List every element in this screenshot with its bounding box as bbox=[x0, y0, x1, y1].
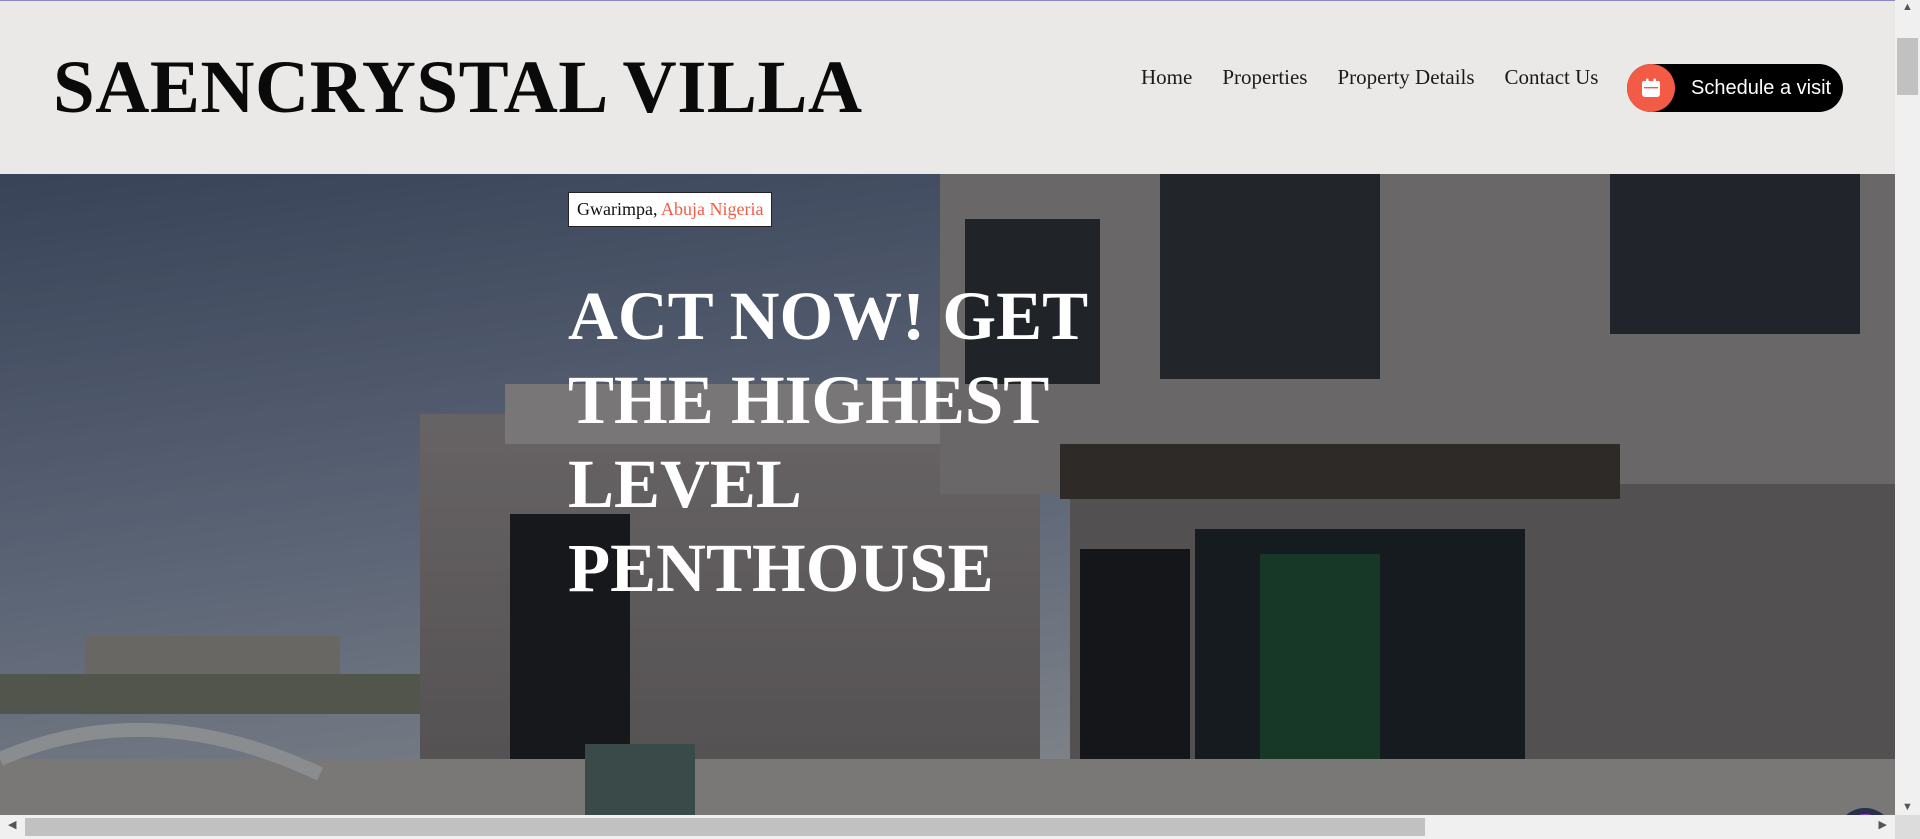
scroll-up-arrow-icon[interactable]: ▲ bbox=[1902, 1, 1913, 13]
site-header: SAENCRYSTAL VILLA Home Properties Proper… bbox=[0, 1, 1895, 174]
horizontal-scrollbar[interactable]: ◀ ▶ bbox=[0, 815, 1895, 839]
scroll-down-arrow-icon[interactable]: ▼ bbox=[1902, 801, 1913, 813]
schedule-visit-label: Schedule a visit bbox=[1691, 76, 1832, 99]
scroll-left-arrow-icon[interactable]: ◀ bbox=[8, 818, 16, 831]
location-city: Gwarimpa, bbox=[577, 199, 658, 219]
nav-property-details[interactable]: Property Details bbox=[1337, 63, 1474, 91]
vertical-scroll-thumb[interactable] bbox=[1897, 38, 1918, 95]
nav-home[interactable]: Home bbox=[1141, 63, 1192, 91]
hero-headline: ACT NOW! GET THE HIGHEST LEVEL PENTHOUSE bbox=[568, 278, 1087, 606]
nav-properties[interactable]: Properties bbox=[1222, 63, 1307, 91]
brand-logo-text[interactable]: SAENCRYSTAL VILLA bbox=[53, 43, 863, 133]
scrollbar-corner bbox=[1895, 815, 1920, 839]
main-nav: Home Properties Property Details Contact… bbox=[1141, 63, 1628, 91]
vertical-scrollbar[interactable]: ▲ ▼ bbox=[1895, 0, 1920, 815]
location-region: Abuja Nigeria bbox=[661, 199, 764, 219]
calendar-icon bbox=[1627, 64, 1675, 112]
hero-section: Gwarimpa, Abuja Nigeria ACT NOW! GET THE… bbox=[0, 174, 1895, 815]
nav-contact-us[interactable]: Contact Us bbox=[1505, 63, 1599, 91]
horizontal-scroll-thumb[interactable] bbox=[25, 818, 1425, 836]
location-badge: Gwarimpa, Abuja Nigeria bbox=[568, 192, 773, 227]
scroll-right-arrow-icon[interactable]: ▶ bbox=[1879, 818, 1887, 831]
schedule-visit-button[interactable]: Schedule a visit bbox=[1627, 64, 1843, 112]
